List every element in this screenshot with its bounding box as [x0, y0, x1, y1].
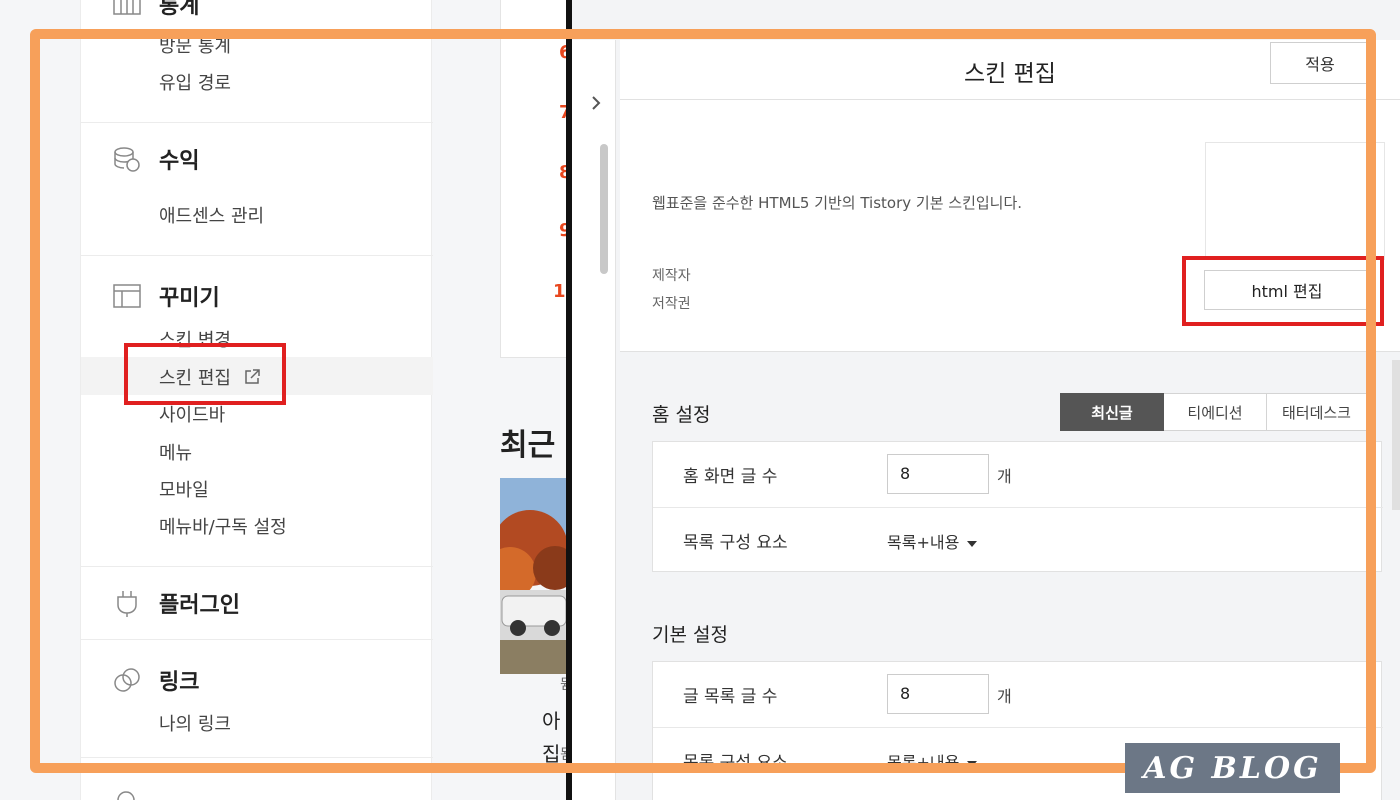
blog-content-strip: 6 7 8 9 10 최근 아 집 뒴 됨	[432, 0, 570, 800]
sidebar-item-menubar-subscribe[interactable]: 메뉴바/구독 설정	[159, 513, 287, 539]
preview-scrollbar[interactable]	[600, 144, 608, 274]
row-label: 목록 구성 요소	[683, 533, 788, 553]
sidebar-plugin-header[interactable]: 플러그인	[111, 587, 240, 619]
home-tabs: 최신글 티에디션 태터데스크	[1060, 393, 1367, 431]
sidebar-link-title: 링크	[159, 670, 200, 695]
tab-tedition[interactable]: 티에디션	[1164, 393, 1267, 431]
basic-list-elements-select[interactable]: 목록+내용	[887, 749, 978, 773]
sidebar-section-stats: 통계 방문 통계 유입 경로	[81, 0, 433, 123]
select-value: 목록+내용	[887, 533, 960, 552]
tab-tatterdesk[interactable]: 태터데스크	[1267, 393, 1367, 431]
home-post-count-row: 홈 화면 글 수 8 개	[653, 442, 1383, 506]
sidebar-section-revenue: 수익 애드센스 관리	[81, 123, 433, 256]
row-unit: 개	[997, 687, 1012, 706]
sidebar-item-menu[interactable]: 메뉴	[159, 439, 192, 465]
skin-preview-thumbnail	[1205, 142, 1385, 260]
highlight-html-edit	[1182, 256, 1384, 326]
sidebar-link-header[interactable]: 링크	[111, 664, 199, 696]
plug-icon	[111, 589, 143, 617]
sidebar-stats-header[interactable]: 통계	[111, 0, 199, 20]
sidebar-plugin-title: 플러그인	[159, 593, 240, 618]
row-label: 홈 화면 글 수	[683, 467, 778, 487]
sidebar-decorate-title: 꾸미기	[159, 286, 220, 311]
sidebar-item-visit-stats[interactable]: 방문 통계	[159, 32, 231, 58]
home-list-elements-row: 목록 구성 요소 목록+내용	[653, 507, 1383, 571]
sidebar-section-link: 링크 나의 링크	[81, 640, 433, 758]
row-unit: 개	[997, 467, 1012, 486]
home-settings-title: 홈 설정	[652, 404, 711, 426]
sidebar-item-adsense[interactable]: 애드센스 관리	[159, 202, 264, 228]
copyright-label: 저작권	[652, 296, 691, 312]
skin-description: 웹표준을 준수한 HTML5 기반의 Tistory 기본 스킨입니다.	[652, 194, 1023, 212]
post-title-fragment: 아	[542, 709, 561, 733]
stats-icon	[111, 0, 143, 18]
basic-settings-title: 기본 설정	[652, 624, 728, 646]
watermark: AG BLOG	[1125, 743, 1340, 793]
link-icon	[111, 666, 143, 694]
sidebar-item-referrers[interactable]: 유입 경로	[159, 69, 231, 95]
sidebar-section-plugin: 플러그인	[81, 567, 433, 640]
sidebar-section-decorate: 꾸미기 스킨 변경 스킨 편집 사이드바 메뉴 모바일 메뉴바/구독 설정	[81, 256, 433, 567]
caret-down-icon	[967, 760, 978, 767]
tab-latest[interactable]: 최신글	[1060, 393, 1164, 431]
row-label: 목록 구성 요소	[683, 753, 788, 773]
caret-down-icon	[967, 540, 978, 547]
list-post-count-input[interactable]: 8	[887, 674, 989, 714]
post-title-fragment: 집	[542, 742, 561, 766]
sidebar-item-mobile[interactable]: 모바일	[159, 476, 209, 502]
sidebar-revenue-header[interactable]: 수익	[111, 143, 199, 175]
sidebar-revenue-title: 수익	[159, 149, 200, 174]
recent-posts-title: 최근	[500, 428, 556, 463]
sidebar-next-section-icon	[111, 782, 141, 800]
home-post-count-input[interactable]: 8	[887, 454, 989, 494]
coins-icon	[111, 145, 143, 173]
chevron-right-icon	[592, 96, 601, 110]
editor-scrollbar[interactable]	[1392, 360, 1400, 510]
sidebar-decorate-header[interactable]: 꾸미기	[111, 280, 220, 312]
sidebar-stats-title: 통계	[159, 0, 200, 19]
home-settings-card: 홈 화면 글 수 8 개 목록 구성 요소 목록+내용	[652, 441, 1383, 572]
home-list-elements-select[interactable]: 목록+내용	[887, 529, 978, 553]
admin-left-panel: 통계 방문 통계 유입 경로 수익 애드센스 관리 꾸미기 스킨 변경 스킨 편…	[0, 0, 570, 800]
post-thumbnail[interactable]	[500, 478, 570, 674]
layout-icon	[111, 282, 143, 310]
select-value: 목록+내용	[887, 753, 960, 772]
collapse-column	[572, 40, 616, 800]
collapse-button[interactable]	[582, 88, 610, 118]
row-label: 글 목록 글 수	[683, 687, 778, 707]
sidebar-item-my-links[interactable]: 나의 링크	[159, 710, 231, 736]
editor-topbar: 스킨 편집 적용	[620, 40, 1400, 100]
skin-editor-panel: 스킨 편집 적용 웹표준을 준수한 HTML5 기반의 Tistory 기본 스…	[572, 0, 1400, 800]
highlight-skin-edit	[124, 343, 286, 405]
popular-posts-box: 6 7 8 9 10	[500, 0, 570, 358]
maker-label: 제작자	[652, 268, 691, 284]
apply-button[interactable]: 적용	[1270, 42, 1370, 84]
list-post-count-row: 글 목록 글 수 8 개	[653, 662, 1383, 726]
